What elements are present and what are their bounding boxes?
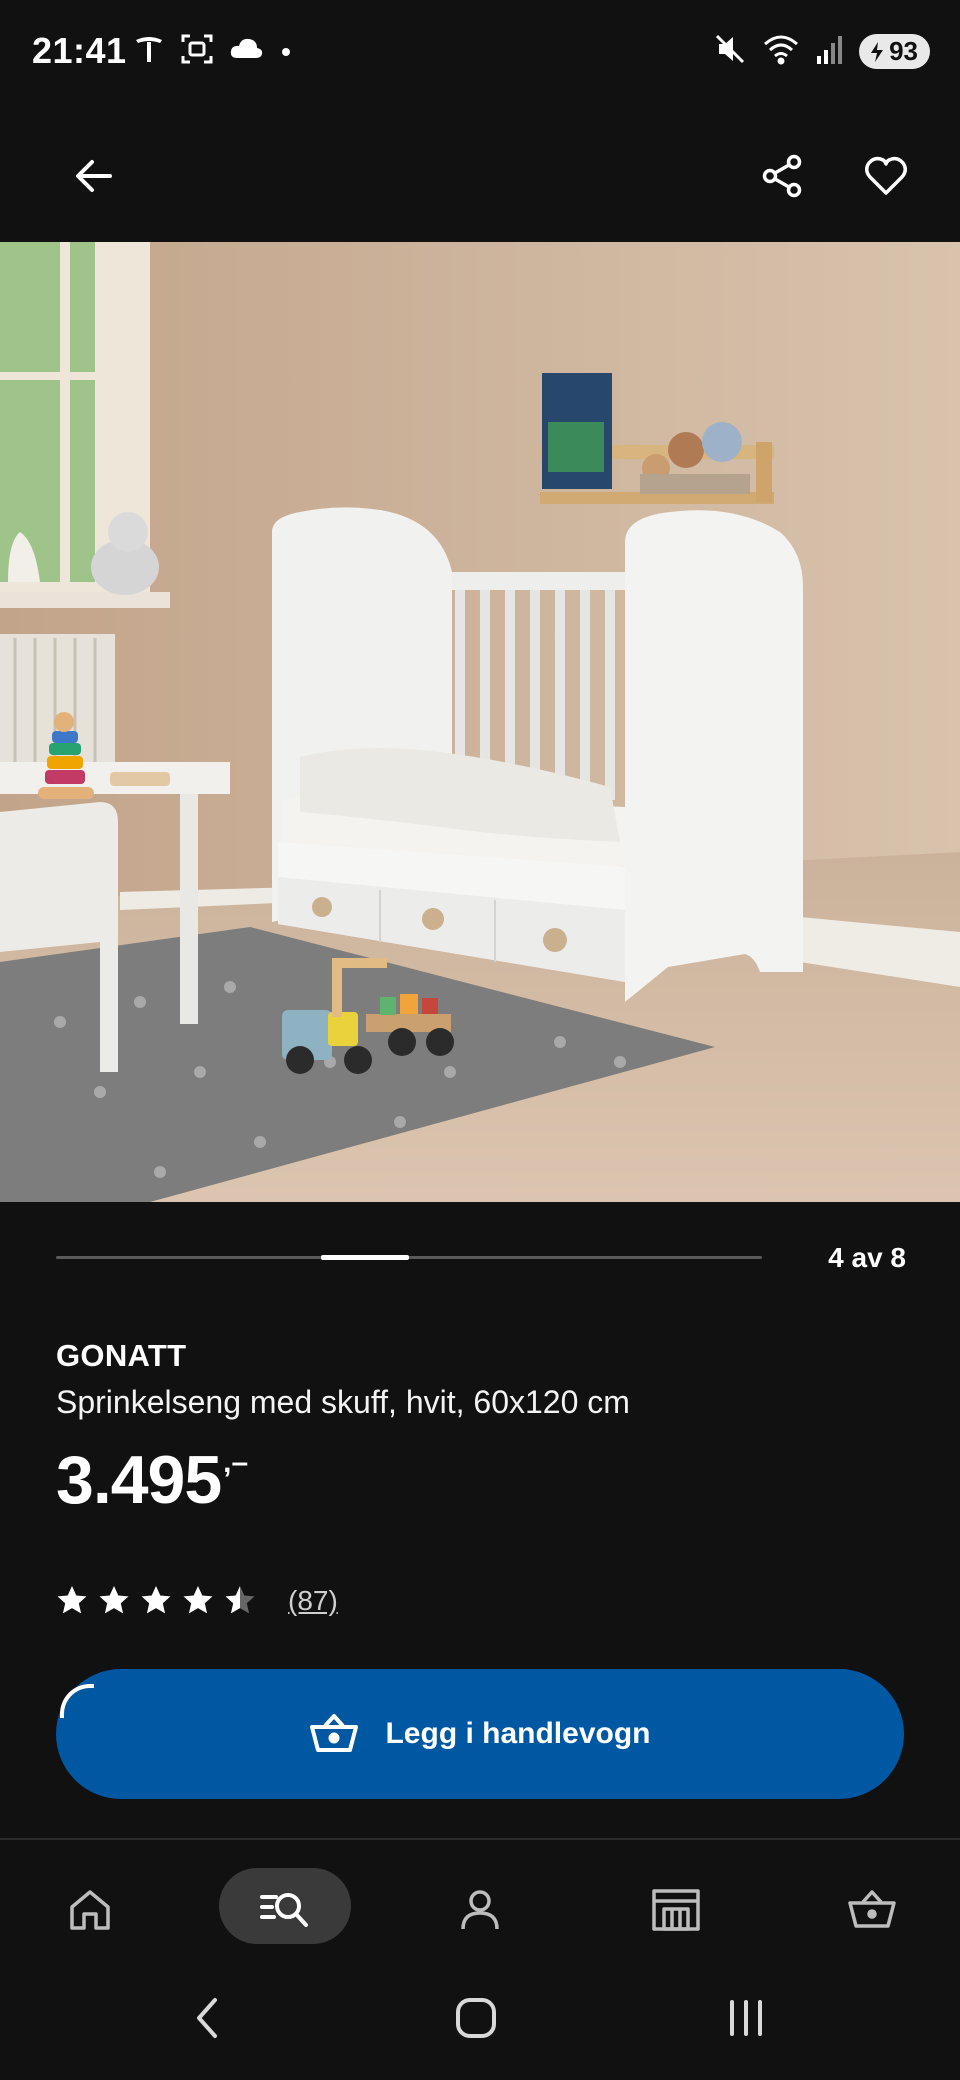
price-suffix: ,– [223,1446,249,1479]
scroll-hint-edge [60,1684,94,1718]
nav-store-icon[interactable] [636,1870,716,1950]
review-count-link[interactable]: (87) [288,1585,338,1617]
product-price: 3.495 ,– [56,1446,248,1514]
product-brand: GONATT [56,1338,187,1373]
price-amount: 3.495 [56,1442,222,1518]
star-icon [183,1586,213,1614]
share-icon[interactable] [746,140,818,212]
battery-icon: 93 [859,34,930,69]
status-right-icons: 93 [713,32,930,71]
cloud-icon [228,32,264,71]
basket-icon [310,1714,359,1752]
system-recents-icon[interactable] [711,1988,781,2048]
status-left-icons [132,32,294,71]
signal-icon [815,32,845,71]
system-back-icon[interactable] [173,1988,243,2048]
carousel-position-thumb [321,1255,409,1260]
battery-level: 93 [889,36,918,66]
nav-profile-icon[interactable] [440,1870,520,1950]
add-to-cart-label: Legg i handlevogn [385,1717,651,1750]
star-icon [99,1586,129,1614]
heart-icon[interactable] [850,140,922,212]
dot-icon [278,32,294,71]
image-counter: 4 av 8 [828,1242,906,1273]
bottom-navigation [0,1838,960,1970]
product-rating[interactable]: (87) [56,1584,338,1618]
top-bar [0,110,960,242]
screenshot-icon [180,32,214,71]
star-icon [57,1586,87,1614]
back-arrow-icon[interactable] [58,140,130,212]
system-home-icon[interactable] [441,1988,511,2048]
nav-search-icon[interactable] [245,1870,325,1950]
add-to-cart-button[interactable]: Legg i handlevogn [56,1669,904,1799]
nav-home-icon[interactable] [50,1870,130,1950]
mute-icon [713,32,747,71]
product-image[interactable] [0,242,960,1202]
product-description: Sprinkelseng med skuff, hvit, 60x120 cm [56,1384,630,1420]
tesla-icon [132,32,166,71]
carousel-track [56,1255,762,1260]
star-icon [141,1586,171,1614]
image-carousel-indicator: 4 av 8 [56,1240,906,1280]
status-time: 21:41 [32,30,127,71]
status-bar: 21:41 93 [0,0,960,110]
rating-stars [57,1586,255,1614]
system-navigation [0,1968,960,2080]
wifi-icon [761,32,801,71]
half-star-icon [225,1586,255,1614]
nav-cart-icon[interactable] [832,1870,912,1950]
